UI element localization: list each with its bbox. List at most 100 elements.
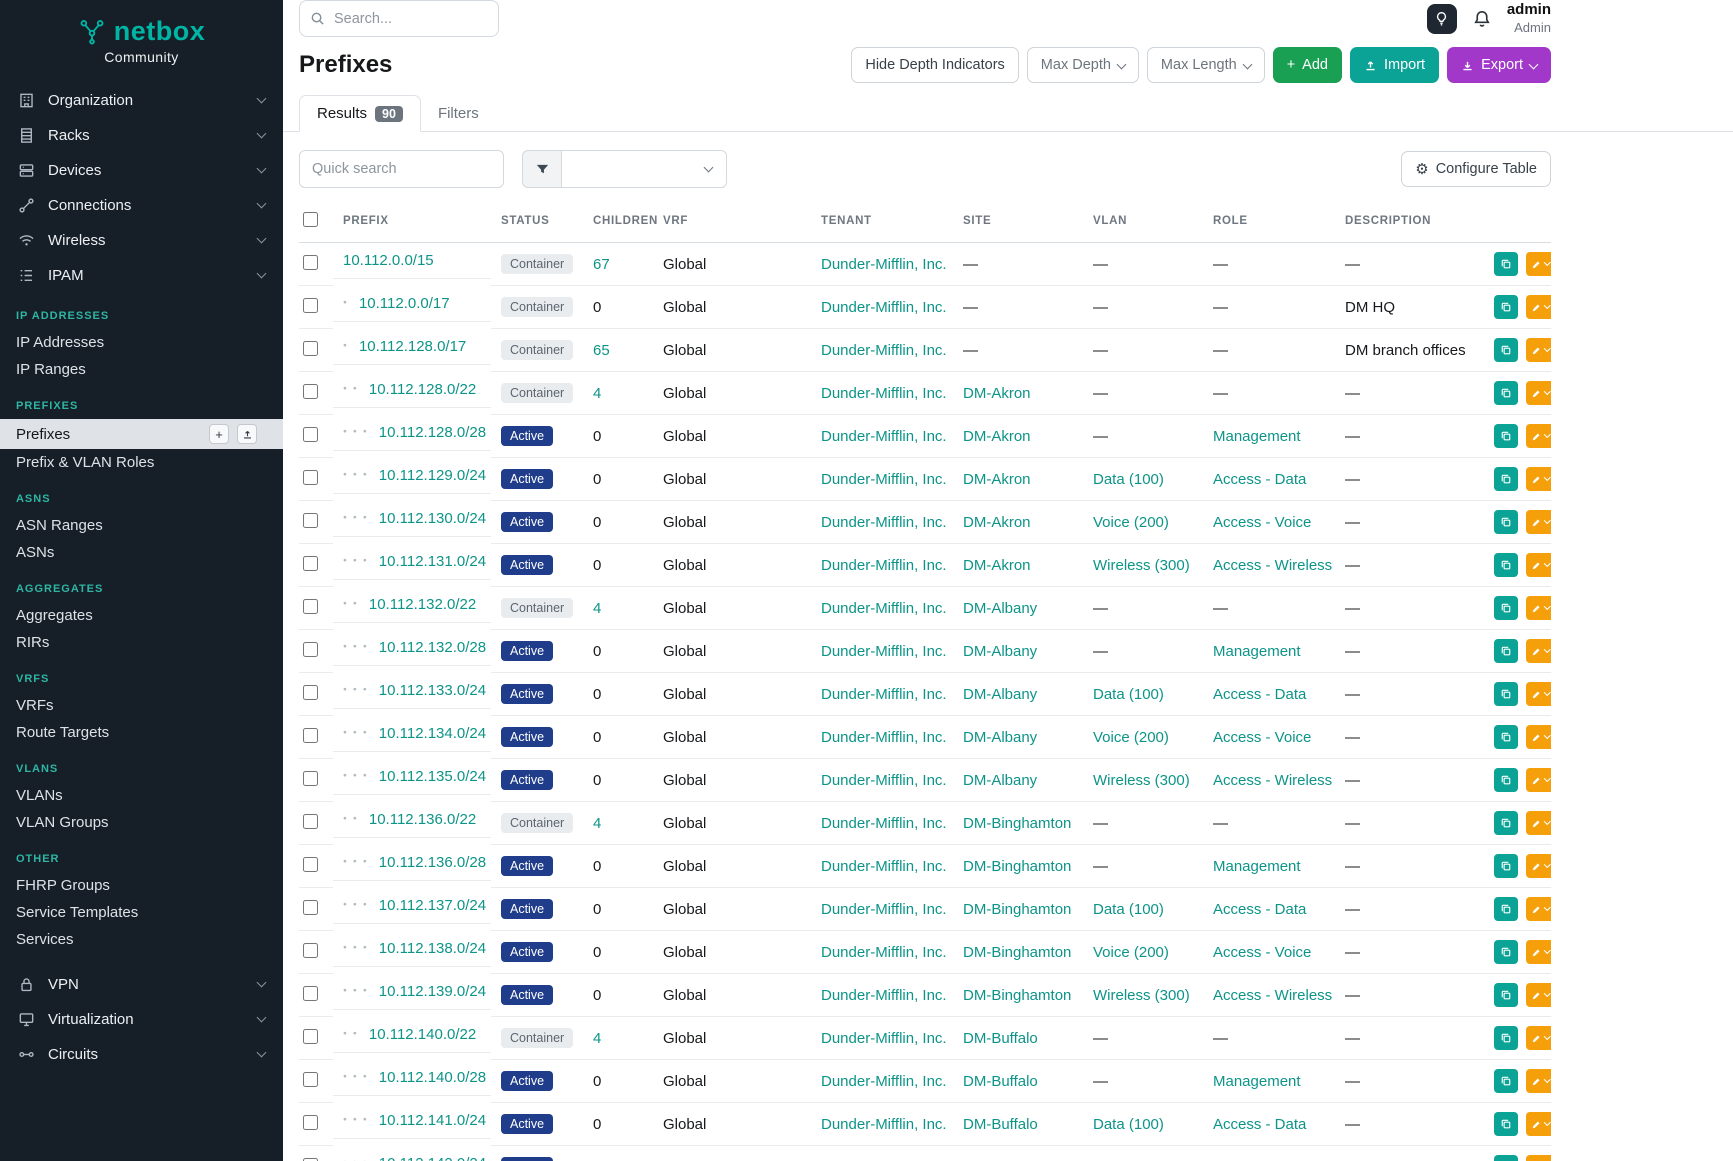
children-count[interactable]: 4 <box>593 600 601 617</box>
row-checkbox[interactable] <box>303 1072 318 1087</box>
site-value[interactable]: DM-Albany <box>963 600 1037 617</box>
tenant-link[interactable]: Dunder-Mifflin, Inc. <box>821 428 947 445</box>
tenant-link[interactable]: Dunder-Mifflin, Inc. <box>821 514 947 531</box>
row-checkbox[interactable] <box>303 427 318 442</box>
prefix-link[interactable]: 10.112.139.0/24 <box>379 983 486 1000</box>
sidebar-item-circuits[interactable]: Circuits <box>0 1037 283 1072</box>
edit-button[interactable] <box>1526 467 1551 491</box>
edit-button[interactable] <box>1526 1155 1551 1161</box>
role-value[interactable]: Access - Wireless <box>1213 772 1332 789</box>
site-value[interactable]: DM-Akron <box>963 557 1031 574</box>
column-header-prefix[interactable]: PREFIX <box>333 202 491 243</box>
add-button[interactable]: +Add <box>1273 47 1342 83</box>
edit-button[interactable] <box>1526 510 1551 534</box>
column-header-tenant[interactable]: TENANT <box>811 202 953 243</box>
search-input[interactable] <box>299 0 499 37</box>
copy-button[interactable] <box>1494 983 1518 1007</box>
copy-button[interactable] <box>1494 811 1518 835</box>
edit-button[interactable] <box>1526 639 1551 663</box>
tenant-link[interactable]: Dunder-Mifflin, Inc. <box>821 1030 947 1047</box>
copy-button[interactable] <box>1494 639 1518 663</box>
edit-button[interactable] <box>1526 682 1551 706</box>
saved-filter-select[interactable] <box>562 150 727 188</box>
copy-button[interactable] <box>1494 424 1518 448</box>
prefix-link[interactable]: 10.112.131.0/24 <box>379 553 486 570</box>
edit-button[interactable] <box>1526 940 1551 964</box>
prefix-link[interactable]: 10.112.140.0/22 <box>369 1026 476 1043</box>
tenant-link[interactable]: Dunder-Mifflin, Inc. <box>821 1116 947 1133</box>
tenant-link[interactable]: Dunder-Mifflin, Inc. <box>821 557 947 574</box>
sidebar-item-asns[interactable]: ASNs <box>0 539 283 566</box>
prefix-link[interactable]: 10.112.0.0/15 <box>343 252 434 269</box>
tenant-link[interactable]: Dunder-Mifflin, Inc. <box>821 342 947 359</box>
column-header-status[interactable]: STATUS <box>491 202 583 243</box>
row-checkbox[interactable] <box>303 771 318 786</box>
sidebar-item-vrfs[interactable]: VRFs <box>0 692 283 719</box>
vlan-value[interactable]: Voice (200) <box>1093 944 1169 961</box>
max-depth-dropdown[interactable]: Max Depth <box>1027 47 1139 83</box>
tenant-link[interactable]: Dunder-Mifflin, Inc. <box>821 1073 947 1090</box>
row-checkbox[interactable] <box>303 943 318 958</box>
copy-button[interactable] <box>1494 682 1518 706</box>
vlan-value[interactable]: Data (100) <box>1093 901 1164 918</box>
edit-button[interactable] <box>1526 897 1551 921</box>
prefix-link[interactable]: 10.112.128.0/28 <box>379 424 486 441</box>
row-checkbox[interactable] <box>303 384 318 399</box>
prefix-link[interactable]: 10.112.142.0/24 <box>379 1155 486 1161</box>
prefix-link[interactable]: 10.112.138.0/24 <box>379 940 486 957</box>
sidebar-item-virtualization[interactable]: Virtualization <box>0 1002 283 1037</box>
sidebar-item-prefixes[interactable]: Prefixes + <box>0 419 283 449</box>
children-count[interactable]: 4 <box>593 1030 601 1047</box>
user-menu[interactable]: admin Admin <box>1507 1 1551 36</box>
sidebar-item-route-targets[interactable]: Route Targets <box>0 719 283 746</box>
site-value[interactable]: DM-Akron <box>963 514 1031 531</box>
vlan-value[interactable]: Wireless (300) <box>1093 987 1190 1004</box>
tenant-link[interactable]: Dunder-Mifflin, Inc. <box>821 299 947 316</box>
prefix-link[interactable]: 10.112.136.0/22 <box>369 811 476 828</box>
site-value[interactable]: DM-Buffalo <box>963 1116 1038 1133</box>
edit-button[interactable] <box>1526 983 1551 1007</box>
copy-button[interactable] <box>1494 553 1518 577</box>
column-header-children[interactable]: CHILDREN <box>583 202 653 243</box>
vlan-value[interactable]: Data (100) <box>1093 471 1164 488</box>
edit-button[interactable] <box>1526 252 1551 276</box>
role-value[interactable]: Management <box>1213 1073 1301 1090</box>
role-value[interactable]: Management <box>1213 643 1301 660</box>
tenant-link[interactable]: Dunder-Mifflin, Inc. <box>821 944 947 961</box>
row-checkbox[interactable] <box>303 814 318 829</box>
copy-button[interactable] <box>1494 338 1518 362</box>
prefix-link[interactable]: 10.112.128.0/17 <box>359 338 466 355</box>
tenant-link[interactable]: Dunder-Mifflin, Inc. <box>821 643 947 660</box>
role-value[interactable]: Access - Data <box>1213 1116 1306 1133</box>
row-checkbox[interactable] <box>303 986 318 1001</box>
site-value[interactable]: DM-Akron <box>963 428 1031 445</box>
site-value[interactable]: DM-Akron <box>963 471 1031 488</box>
tenant-link[interactable]: Dunder-Mifflin, Inc. <box>821 256 947 273</box>
copy-button[interactable] <box>1494 1069 1518 1093</box>
select-all-checkbox[interactable] <box>303 212 318 227</box>
prefix-link[interactable]: 10.112.134.0/24 <box>379 725 486 742</box>
sidebar-item-asn-ranges[interactable]: ASN Ranges <box>0 512 283 539</box>
quick-search-input[interactable] <box>299 150 504 188</box>
tenant-link[interactable]: Dunder-Mifflin, Inc. <box>821 686 947 703</box>
vlan-value[interactable]: Wireless (300) <box>1093 772 1190 789</box>
sidebar-item-ipam[interactable]: IPAM <box>0 258 283 293</box>
children-count[interactable]: 65 <box>593 342 610 359</box>
site-value[interactable]: DM-Binghamton <box>963 944 1071 961</box>
site-value[interactable]: DM-Albany <box>963 729 1037 746</box>
tenant-link[interactable]: Dunder-Mifflin, Inc. <box>821 729 947 746</box>
sidebar-item-services[interactable]: Services <box>0 926 283 953</box>
copy-button[interactable] <box>1494 940 1518 964</box>
vlan-value[interactable]: Data (100) <box>1093 1116 1164 1133</box>
edit-button[interactable] <box>1526 811 1551 835</box>
sidebar-item-vpn[interactable]: VPN <box>0 967 283 1002</box>
theme-toggle-button[interactable] <box>1427 4 1457 34</box>
tenant-link[interactable]: Dunder-Mifflin, Inc. <box>821 471 947 488</box>
row-checkbox[interactable] <box>303 642 318 657</box>
site-value[interactable]: DM-Albany <box>963 643 1037 660</box>
notifications-button[interactable] <box>1472 9 1492 29</box>
sidebar-item-vlans[interactable]: VLANs <box>0 782 283 809</box>
row-checkbox[interactable] <box>303 1029 318 1044</box>
copy-button[interactable] <box>1494 897 1518 921</box>
copy-button[interactable] <box>1494 510 1518 534</box>
